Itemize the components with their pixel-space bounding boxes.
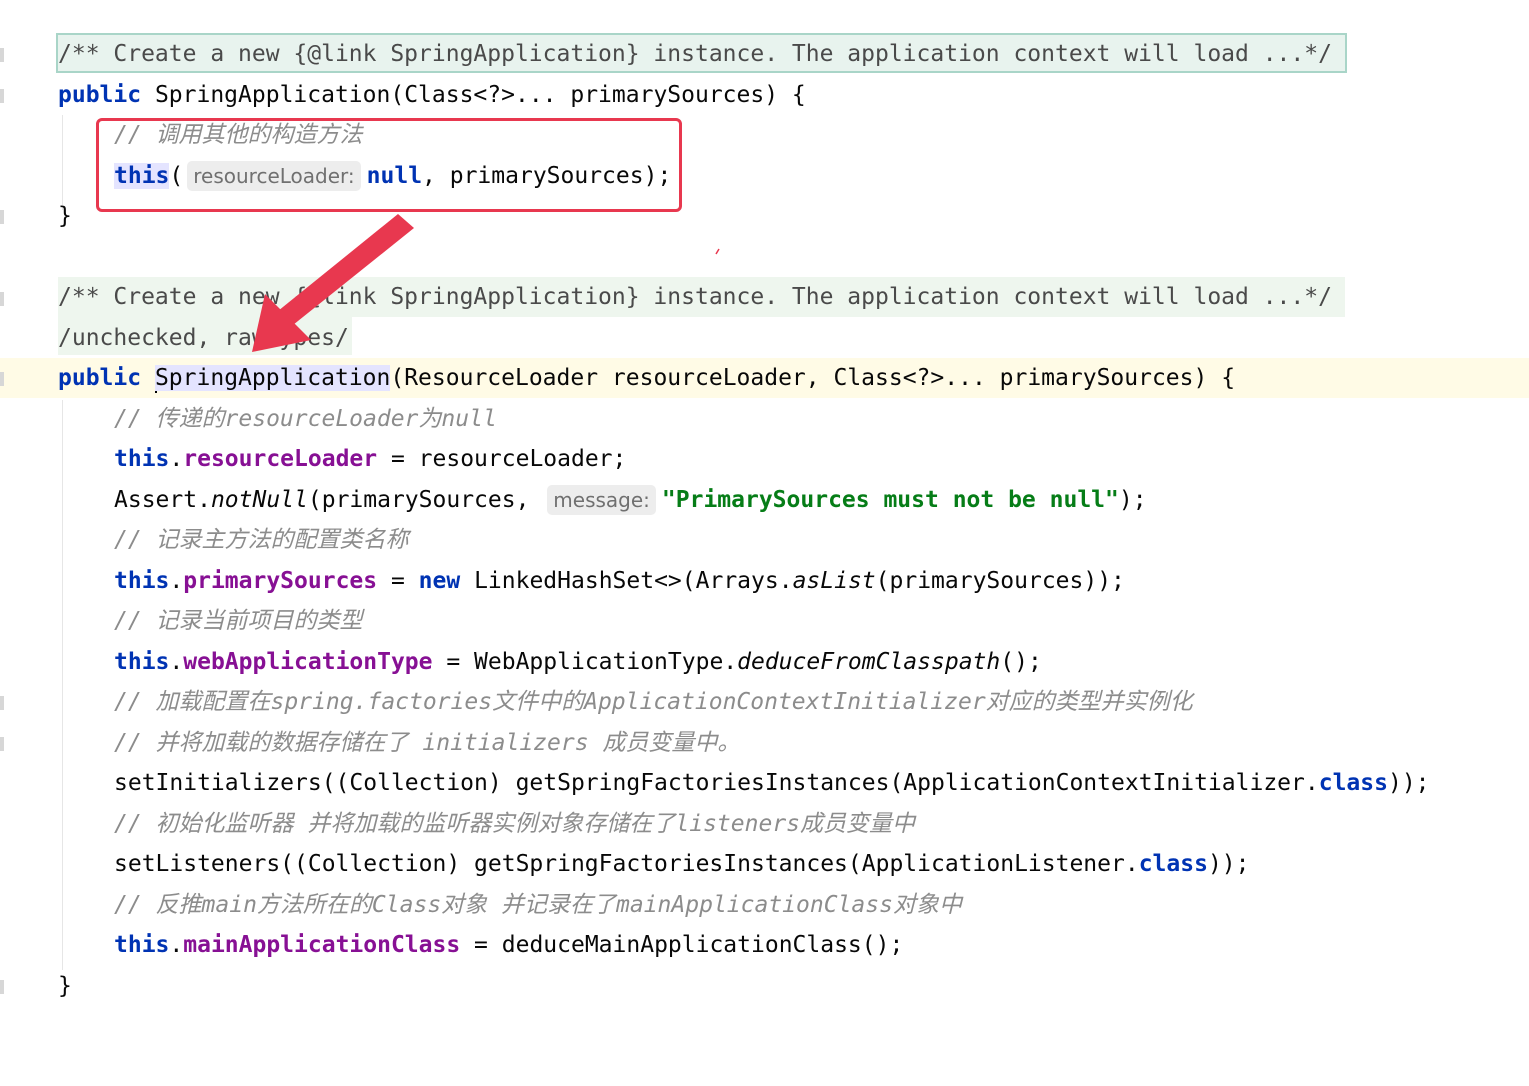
- class-ref: = WebApplicationType.: [432, 649, 738, 675]
- code-line[interactable]: }: [0, 966, 1529, 1006]
- closing-brace: }: [58, 203, 72, 229]
- code-line[interactable]: /** Create a new {@link SpringApplicatio…: [0, 34, 1529, 74]
- field-ref: webApplicationType: [183, 649, 433, 675]
- code-line[interactable]: setListeners((Collection) getSpringFacto…: [0, 844, 1529, 884]
- constructor-signature: SpringApplication(Class<?>... primarySou…: [141, 82, 806, 108]
- line-comment: // 并将加载的数据存储在了 initializers 成员变量中。: [114, 730, 741, 756]
- line-comment: // 记录当前项目的类型: [114, 608, 363, 634]
- code-line[interactable]: // 记录主方法的配置类名称: [0, 520, 1529, 560]
- code-line[interactable]: this.webApplicationType = WebApplication…: [0, 642, 1529, 682]
- code-editor[interactable]: /** Create a new {@link SpringApplicatio…: [0, 0, 1529, 1023]
- code-line[interactable]: /unchecked, rawtypes/: [0, 318, 1529, 358]
- keyword-class: class: [1138, 851, 1208, 877]
- class-ref: Assert.: [114, 487, 211, 513]
- code-line[interactable]: // 反推main方法所在的Class对象 并记录在了mainApplicati…: [0, 885, 1529, 925]
- code-line[interactable]: public SpringApplication(ResourceLoader …: [0, 358, 1529, 398]
- suppress-warnings-fold-text[interactable]: /unchecked, rawtypes/: [58, 318, 349, 358]
- constructor-name[interactable]: SpringApplication: [154, 365, 391, 391]
- statement-end: ));: [1387, 770, 1430, 796]
- code-line[interactable]: /** Create a new {@link SpringApplicatio…: [0, 277, 1529, 317]
- keyword-this: this: [114, 568, 170, 594]
- static-method: asList: [792, 568, 876, 594]
- method-call: setListeners((Collection) getSpringFacto…: [114, 851, 1139, 877]
- code-line[interactable]: // 加载配置在spring.factories文件中的ApplicationC…: [0, 682, 1529, 722]
- code-line[interactable]: // 传递的resourceLoader为null: [0, 399, 1529, 439]
- call-args: (primarySources,: [307, 487, 544, 513]
- field-ref: mainApplicationClass: [183, 932, 461, 958]
- code-line[interactable]: this.primarySources = new LinkedHashSet<…: [0, 561, 1529, 601]
- code-line[interactable]: setInitializers((Collection) getSpringFa…: [0, 763, 1529, 803]
- line-comment: // 加载配置在spring.factories文件中的ApplicationC…: [114, 689, 1193, 715]
- code-line[interactable]: // 并将加载的数据存储在了 initializers 成员变量中。: [0, 723, 1529, 763]
- operator: =: [377, 568, 419, 594]
- code-line[interactable]: // 记录当前项目的类型: [0, 601, 1529, 641]
- code-line[interactable]: // 初始化监听器 并将加载的监听器实例对象存储在了listeners成员变量中: [0, 804, 1529, 844]
- call-args: (primarySources));: [875, 568, 1125, 594]
- method-call: setInitializers((Collection) getSpringFa…: [114, 770, 1319, 796]
- line-comment: // 反推main方法所在的Class对象 并记录在了mainApplicati…: [114, 892, 962, 918]
- keyword-this: this: [114, 446, 170, 472]
- field-ref: resourceLoader: [183, 446, 378, 472]
- line-comment: // 初始化监听器 并将加载的监听器实例对象存储在了listeners成员变量中: [114, 811, 916, 837]
- constructor-call: LinkedHashSet<>(Arrays.: [460, 568, 793, 594]
- annotation-highlight-box: [96, 118, 682, 212]
- stray-mark: [715, 248, 720, 255]
- statement-rest: = resourceLoader;: [377, 446, 627, 472]
- static-method: notNull: [210, 487, 308, 513]
- code-line[interactable]: this.resourceLoader = resourceLoader;: [0, 439, 1529, 479]
- code-line[interactable]: Assert.notNull(primarySources, message: "…: [0, 480, 1529, 520]
- line-comment: // 传递的resourceLoader为null: [114, 406, 497, 432]
- statement-rest: = deduceMainApplicationClass();: [460, 932, 904, 958]
- keyword-new: new: [418, 568, 461, 594]
- keyword: public: [58, 365, 142, 391]
- code-line[interactable]: public SpringApplication(Class<?>... pri…: [0, 75, 1529, 115]
- line-comment: // 记录主方法的配置类名称: [114, 527, 409, 553]
- statement-end: ();: [1000, 649, 1042, 675]
- statement-end: ));: [1207, 851, 1250, 877]
- statement-end: );: [1118, 487, 1147, 513]
- static-method: deduceFromClasspath: [737, 649, 1001, 675]
- keyword-this: this: [114, 932, 170, 958]
- string-literal: "PrimarySources must not be null": [661, 487, 1119, 513]
- field-ref: primarySources: [183, 568, 378, 594]
- javadoc-comment[interactable]: /** Create a new {@link SpringApplicatio…: [58, 277, 1332, 317]
- parameter-hint: message:: [547, 485, 656, 515]
- keyword-class: class: [1318, 770, 1388, 796]
- javadoc-comment[interactable]: /** Create a new {@link SpringApplicatio…: [58, 34, 1332, 74]
- keyword-this: this: [114, 649, 170, 675]
- closing-brace: }: [58, 973, 72, 999]
- constructor-params: (ResourceLoader resourceLoader, Class<?>…: [390, 365, 1236, 391]
- code-line[interactable]: this.mainApplicationClass = deduceMainAp…: [0, 925, 1529, 965]
- keyword: public: [58, 82, 142, 108]
